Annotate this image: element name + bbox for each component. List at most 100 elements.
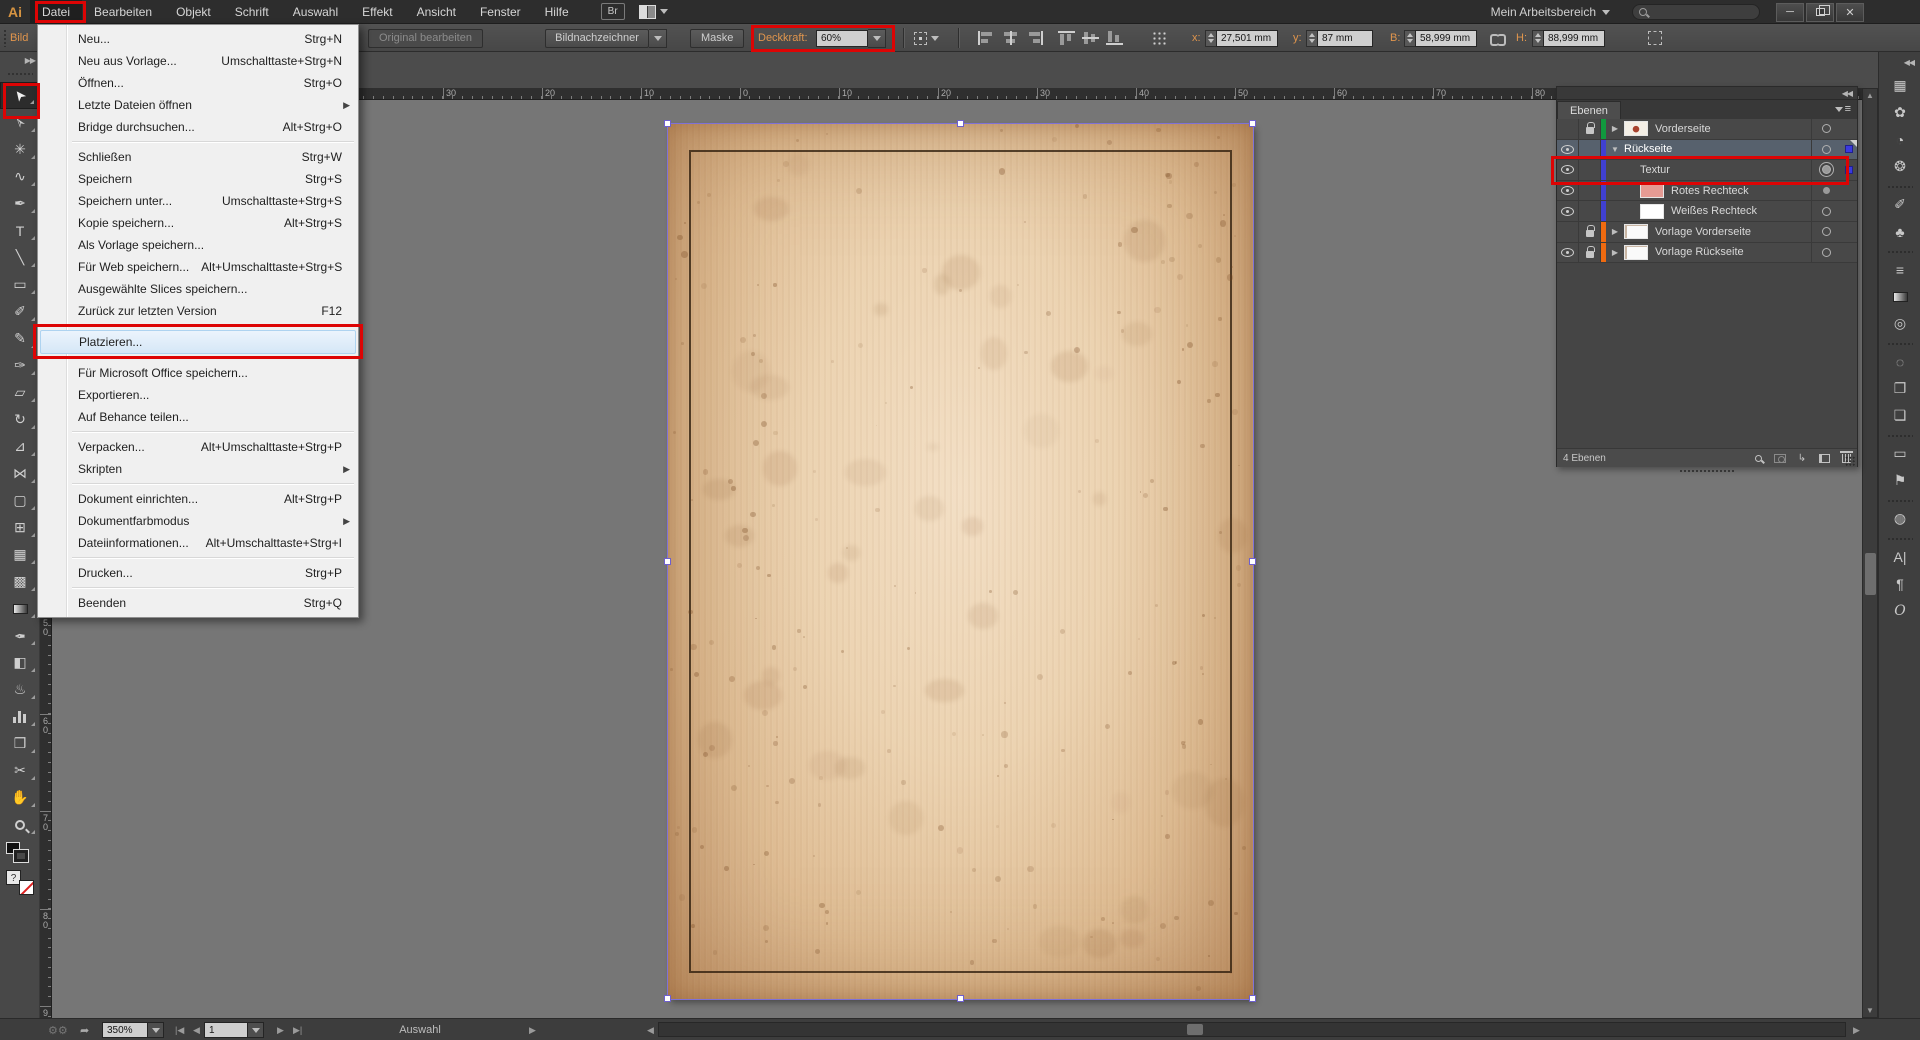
image-trace-button[interactable]: Bildnachzeichner <box>545 29 649 48</box>
artboard-tool[interactable]: ❒ <box>0 730 40 757</box>
layer-thumbnail[interactable] <box>1640 183 1664 198</box>
selection-tool[interactable]: ➤ <box>0 82 40 109</box>
lock-toggle-empty[interactable] <box>1579 181 1601 201</box>
scroll-right-arrow[interactable]: ▶ <box>1848 1019 1865 1040</box>
vertical-scrollbar[interactable]: ▲ ▼ <box>1862 88 1878 1018</box>
clipping-mask-icon[interactable] <box>1769 449 1791 467</box>
collapse-dock-icon[interactable]: ◀◀ <box>1842 89 1852 98</box>
width-field[interactable]: 58,999 mm <box>1415 30 1477 47</box>
visibility-eye-icon[interactable] <box>1557 160 1579 180</box>
menu-hilfe[interactable]: Hilfe <box>533 0 581 24</box>
eyedropper-tool[interactable]: ✒ <box>0 622 40 649</box>
target-cell[interactable] <box>1811 119 1841 139</box>
link-dimensions-icon[interactable] <box>1490 31 1506 45</box>
file-menu-item[interactable]: Bridge durchsuchen...Alt+Strg+O <box>40 116 356 138</box>
layer-name[interactable]: Rotes Rechteck <box>1671 185 1811 197</box>
collapse-arrow-icon[interactable]: ▼ <box>1606 145 1624 154</box>
vertical-scroll-thumb[interactable] <box>1865 553 1876 595</box>
layer-name[interactable]: Vorlage Rückseite <box>1655 246 1811 258</box>
align-right-icon[interactable] <box>1026 31 1043 45</box>
scroll-left-arrow[interactable]: ◀ <box>642 1019 659 1040</box>
visibility-eye-icon[interactable] <box>1557 243 1579 263</box>
file-menu-item[interactable]: Zurück zur letzten VersionF12 <box>40 300 356 322</box>
next-artboard-button[interactable]: ▶ <box>272 1019 289 1040</box>
artboards-panel-icon[interactable]: ▭ <box>1883 440 1917 467</box>
swatches-panel-icon[interactable]: ▦ <box>1883 72 1917 99</box>
collapse-panel-icon[interactable]: ▶▶ <box>25 56 35 65</box>
paintbrush-tool[interactable]: ✐ <box>0 298 40 325</box>
file-menu-item[interactable]: Dateiinformationen...Alt+Umschalttaste+S… <box>40 532 356 554</box>
layer-thumbnail[interactable] <box>1624 224 1648 239</box>
slice-tool[interactable]: ✂ <box>0 757 40 784</box>
rotate-tool[interactable]: ↻ <box>0 406 40 433</box>
file-menu-item[interactable]: Für Microsoft Office speichern... <box>40 362 356 384</box>
zoom-tool[interactable] <box>0 811 40 838</box>
workspace-switcher[interactable]: Mein Arbeitsbereich <box>1491 5 1610 19</box>
file-menu-item[interactable]: SpeichernStrg+S <box>40 168 356 190</box>
height-field[interactable]: 88,999 mm <box>1543 30 1605 47</box>
align-top-icon[interactable] <box>1058 31 1075 45</box>
zoom-level-field[interactable]: 350% <box>102 1022 148 1038</box>
lasso-tool[interactable]: ∿ <box>0 163 40 190</box>
menu-bearbeiten[interactable]: Bearbeiten <box>82 0 164 24</box>
none-swatch[interactable] <box>19 880 34 895</box>
layer-row-vorlage-vorderseite[interactable]: ▶Vorlage Vorderseite <box>1557 222 1857 243</box>
expand-arrow-icon[interactable]: ▶ <box>1606 124 1624 133</box>
type-tool[interactable]: T <box>0 217 40 244</box>
target-cell[interactable] <box>1811 243 1841 263</box>
lock-toggle-empty[interactable] <box>1579 201 1601 221</box>
links-panel-icon[interactable]: ❏ <box>1883 402 1917 429</box>
horizontal-scroll-thumb[interactable] <box>1187 1024 1203 1035</box>
menu-effekt[interactable]: Effekt <box>350 0 404 24</box>
status-flyout-arrow[interactable]: ▶ <box>524 1019 541 1040</box>
artboard-number-field[interactable]: 1 <box>204 1022 248 1038</box>
reference-point-icon[interactable] <box>914 32 927 45</box>
file-menu-item[interactable]: Verpacken...Alt+Umschalttaste+Strg+P <box>40 436 356 458</box>
file-menu-item[interactable]: Auf Behance teilen... <box>40 406 356 428</box>
options-grid-icon[interactable] <box>1152 31 1167 46</box>
file-menu-item[interactable]: Dokumentfarbmodus▶ <box>40 510 356 532</box>
brushes-panel-icon[interactable]: ✐ <box>1883 191 1917 218</box>
menu-schrift[interactable]: Schrift <box>223 0 281 24</box>
new-sublayer-icon[interactable]: ↳ <box>1791 449 1813 467</box>
first-artboard-button[interactable]: |◀ <box>170 1019 189 1040</box>
gradient-panel-icon[interactable]: ◔ <box>1883 126 1917 153</box>
layer-thumbnail[interactable] <box>1624 121 1648 136</box>
layer-row-rotes-rechteck[interactable]: Rotes Rechteck <box>1557 181 1857 202</box>
transform-icon[interactable] <box>1648 31 1662 45</box>
menu-fenster[interactable]: Fenster <box>468 0 533 24</box>
visibility-eye-icon[interactable] <box>1557 201 1579 221</box>
eraser-tool[interactable]: ▱ <box>0 379 40 406</box>
file-menu-item[interactable]: Neu aus Vorlage...Umschalttaste+Strg+N <box>40 50 356 72</box>
target-cell[interactable] <box>1811 160 1841 180</box>
file-menu-item[interactable]: Als Vorlage speichern... <box>40 234 356 256</box>
align-middle-icon[interactable] <box>1082 31 1099 45</box>
menu-objekt[interactable]: Objekt <box>164 0 223 24</box>
lock-icon-cell[interactable] <box>1579 119 1601 139</box>
pen-tool[interactable]: ✒ <box>0 190 40 217</box>
color-panel-icon[interactable]: ✿ <box>1883 99 1917 126</box>
opentype-panel-icon[interactable]: O <box>1883 597 1917 624</box>
layer-name[interactable]: Vorderseite <box>1655 123 1811 135</box>
gradient-tool-panel-icon[interactable] <box>1883 283 1917 310</box>
symbols-panel-icon[interactable]: ♣ <box>1883 218 1917 245</box>
last-artboard-button[interactable]: ▶| <box>288 1019 307 1040</box>
align-left-icon[interactable] <box>978 31 995 45</box>
layer-row-vorlage-r-ckseite[interactable]: ▶ Vorlage Rückseite <box>1557 243 1857 264</box>
menu-datei[interactable]: Datei <box>30 0 82 24</box>
stroke-panel-icon[interactable]: ≡ <box>1883 256 1917 283</box>
image-trace-dropdown[interactable] <box>649 29 667 48</box>
expand-arrow-icon[interactable]: ▶ <box>1606 248 1624 257</box>
file-menu-item[interactable]: Ausgewählte Slices speichern... <box>40 278 356 300</box>
file-menu-item[interactable]: Neu...Strg+N <box>40 28 356 50</box>
blend-tool[interactable]: ◧ <box>0 649 40 676</box>
panel-resize-grip[interactable] <box>1845 456 1855 466</box>
target-cell[interactable] <box>1811 222 1841 242</box>
character-panel-icon[interactable]: A| <box>1883 543 1917 570</box>
file-menu-item[interactable]: SchließenStrg+W <box>40 146 356 168</box>
symbol-sprayer-tool[interactable]: ♨ <box>0 676 40 703</box>
y-field[interactable]: 87 mm <box>1317 30 1373 47</box>
file-menu-item[interactable]: Drucken...Strg+P <box>40 562 356 584</box>
file-menu-item[interactable]: Kopie speichern...Alt+Strg+S <box>40 212 356 234</box>
minimize-button[interactable]: ─ <box>1776 3 1804 22</box>
